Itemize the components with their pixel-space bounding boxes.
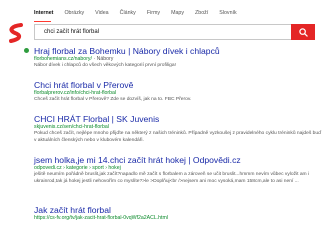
search-icon (298, 27, 308, 37)
result-description: Nábor dívek i chlapců do všech věkových … (34, 63, 176, 68)
tab-obrazky[interactable]: Obrázky (64, 9, 84, 21)
search-results: Hraj florbal za Bohemku | Nábory dívek i… (24, 46, 324, 222)
verified-icon (24, 48, 29, 53)
result-description: Pokud chceš začít, nejlépe mnoho přijďte… (34, 131, 322, 143)
seznam-logo[interactable] (6, 22, 28, 44)
tab-zbozi[interactable]: Zboží (195, 9, 208, 21)
result-title[interactable]: CHCI HRÁT Florbal | SK Juvenis (34, 114, 324, 124)
tab-slovnik[interactable]: Slovník (219, 9, 236, 21)
result-item: Hraj florbal za Bohemku | Nábory dívek i… (24, 46, 324, 77)
result-title[interactable]: Jak začít hrát florbal (34, 205, 324, 215)
tab-clanky[interactable]: Články (120, 9, 136, 21)
result-description: Chceš začít hrát florbal v Přerově? Zde … (34, 97, 192, 102)
result-url[interactable]: florbalprerov.cz/info/chci-hrat-florbal (34, 90, 324, 97)
search-input[interactable]: chci začít hrát florbal (34, 24, 291, 40)
result-url[interactable]: odpovedi.cz › kategorie › sport › hokej (34, 165, 324, 172)
result-item: CHCI HRÁT Florbal | SK Juvenis skjuvenis… (34, 114, 324, 152)
result-title[interactable]: jsem holka,je mi 14.chci začít hrát hoke… (34, 155, 324, 165)
result-item: Chci hrát florbal v Přerově florbalprero… (34, 80, 324, 112)
result-url[interactable]: florbohemians.cz/nabory/ · Nábory (34, 56, 324, 63)
search-query[interactable]: chci začít hrát florbal (44, 29, 99, 35)
search-button[interactable] (291, 24, 315, 40)
result-url[interactable]: https://cs-fv.org/tv/jak-zacit-hrat-flor… (34, 215, 324, 222)
result-url[interactable]: skjuvenis.cz/sen/chci-hrat-florbal (34, 124, 324, 131)
result-item: jsem holka,je mi 14.chci začít hrát hoke… (34, 155, 324, 202)
tab-mapy[interactable]: Mapy (171, 9, 184, 21)
result-title[interactable]: Hraj florbal za Bohemku | Nábory dívek i… (34, 46, 324, 56)
tab-internet[interactable]: Internet (34, 9, 53, 21)
search-tabs: Internet Obrázky Videa Články Firmy Mapy… (34, 9, 248, 21)
result-title[interactable]: Chci hrát florbal v Přerově (34, 80, 324, 90)
tab-firmy[interactable]: Firmy (147, 9, 160, 21)
result-description: ješitě neumím pořádně bruslit,jak začít?… (34, 172, 310, 184)
tab-videa[interactable]: Videa (95, 9, 108, 21)
result-item: Jak začít hrát florbal https://cs-fv.org… (34, 205, 324, 222)
active-tab-indicator (34, 21, 51, 23)
